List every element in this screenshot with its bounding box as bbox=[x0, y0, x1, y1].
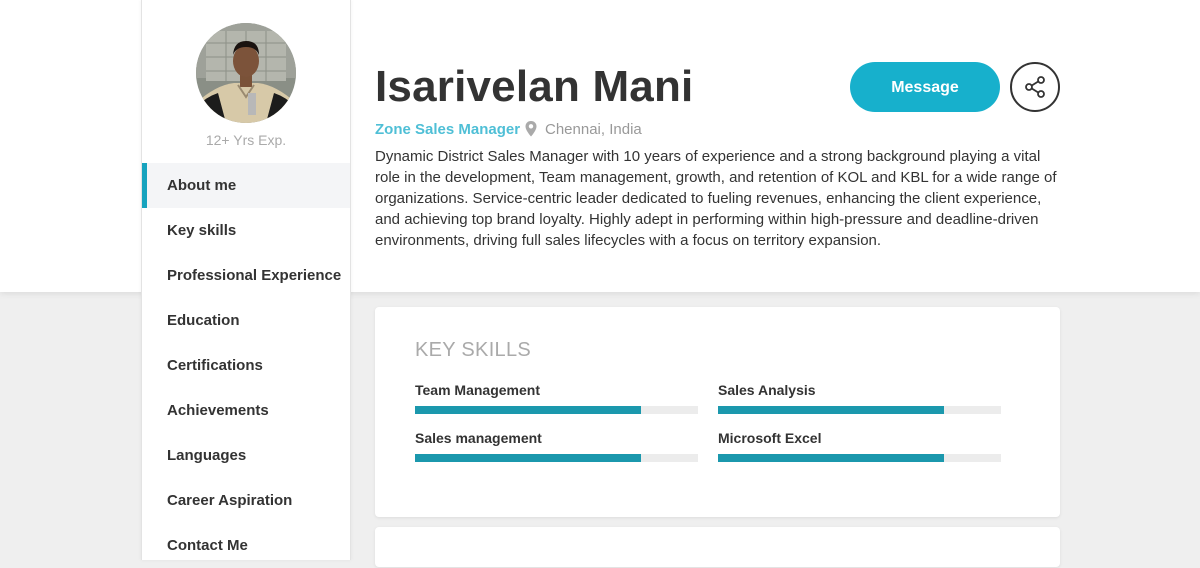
about-text: Dynamic District Sales Manager with 10 y… bbox=[375, 148, 1057, 249]
avatar bbox=[196, 23, 296, 123]
sidebar-item-achievements[interactable]: Achievements bbox=[142, 388, 350, 433]
sidebar: 12+ Yrs Exp. About me Key skills Profess… bbox=[141, 0, 351, 560]
skill-bar bbox=[415, 406, 698, 414]
key-skills-title: KEY SKILLS bbox=[415, 339, 532, 361]
skill-label: Team Management bbox=[415, 382, 540, 398]
sidebar-nav: About me Key skills Professional Experie… bbox=[142, 163, 350, 568]
sidebar-item-languages[interactable]: Languages bbox=[142, 433, 350, 478]
skill-label: Microsoft Excel bbox=[718, 430, 822, 446]
skill-item: Sales management bbox=[415, 428, 698, 462]
sidebar-item-professional-experience[interactable]: Professional Experience bbox=[142, 253, 350, 298]
skill-item: Team Management bbox=[415, 380, 698, 414]
skill-item: Sales Analysis bbox=[718, 380, 1001, 414]
sidebar-item-education[interactable]: Education bbox=[142, 298, 350, 343]
profile-location: Chennai, India bbox=[545, 121, 642, 138]
share-icon bbox=[1025, 76, 1045, 98]
skill-bar bbox=[718, 406, 1001, 414]
sidebar-item-career-aspiration[interactable]: Career Aspiration bbox=[142, 478, 350, 523]
skill-bar-fill bbox=[718, 454, 945, 462]
profile-name: Isarivelan Mani bbox=[375, 62, 694, 111]
profile-role: Zone Sales Manager bbox=[375, 121, 521, 138]
sidebar-item-key-skills[interactable]: Key skills bbox=[142, 208, 350, 253]
location-pin-icon bbox=[525, 121, 537, 137]
skill-bar-fill bbox=[415, 406, 642, 414]
key-skills-card: KEY SKILLS Team Management Sales Analysi… bbox=[375, 307, 1060, 517]
sidebar-item-contact-me[interactable]: Contact Me bbox=[142, 523, 350, 568]
skill-label: Sales Analysis bbox=[718, 382, 816, 398]
skill-label: Sales management bbox=[415, 430, 542, 446]
skill-bar-fill bbox=[415, 454, 642, 462]
skill-bar bbox=[415, 454, 698, 462]
skill-item: Microsoft Excel bbox=[718, 428, 1001, 462]
sidebar-item-certifications[interactable]: Certifications bbox=[142, 343, 350, 388]
sidebar-item-about-me[interactable]: About me bbox=[142, 163, 350, 208]
skill-bar bbox=[718, 454, 1001, 462]
experience-label: 12+ Yrs Exp. bbox=[205, 132, 287, 148]
message-button[interactable]: Message bbox=[850, 62, 1000, 112]
share-button[interactable] bbox=[1010, 62, 1060, 112]
skill-bar-fill bbox=[718, 406, 945, 414]
next-section-card bbox=[375, 527, 1060, 567]
